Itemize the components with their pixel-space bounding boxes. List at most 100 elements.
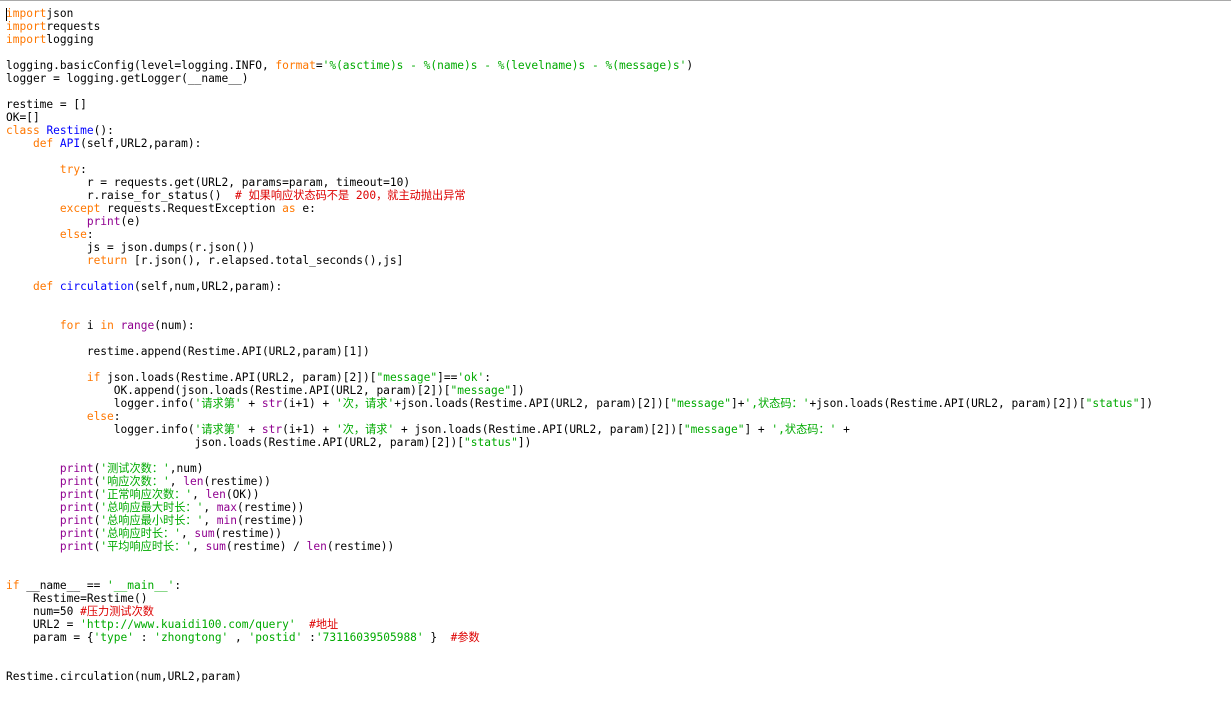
code-line[interactable]: print('总响应时长：', sum(restime)) bbox=[6, 527, 1153, 540]
code-token: js = json.dumps(r.json()) bbox=[6, 241, 256, 254]
code-line[interactable]: def circulation(self,num,URL2,param): bbox=[6, 280, 1153, 293]
code-line[interactable]: OK=[] bbox=[6, 111, 1153, 124]
string-token: ',状态码：' bbox=[771, 423, 837, 436]
code-token: (self,num,URL2,param): bbox=[134, 280, 283, 293]
code-token: : bbox=[113, 410, 121, 423]
code-line[interactable]: print('总响应最小时长：', min(restime)) bbox=[6, 514, 1153, 527]
code-line[interactable] bbox=[6, 566, 1153, 579]
code-line[interactable] bbox=[6, 306, 1153, 319]
code-line[interactable] bbox=[6, 553, 1153, 566]
code-line[interactable]: print('平均响应时长：', sum(restime) / len(rest… bbox=[6, 540, 1153, 553]
code-line[interactable] bbox=[6, 150, 1153, 163]
code-line[interactable]: logger = logging.getLogger(__name__) bbox=[6, 72, 1153, 85]
code-line[interactable]: logging.basicConfig(level=logging.INFO, … bbox=[6, 59, 1153, 72]
code-line[interactable]: def API(self,URL2,param): bbox=[6, 137, 1153, 150]
code-token: requests bbox=[46, 20, 101, 33]
code-token: (self,URL2,param): bbox=[80, 137, 202, 150]
code-line[interactable]: except requests.RequestException as e: bbox=[6, 202, 1153, 215]
code-line[interactable] bbox=[6, 449, 1153, 462]
code-line[interactable] bbox=[6, 644, 1153, 657]
code-editor[interactable]: importjson importrequests importlogging lo… bbox=[0, 0, 1231, 709]
code-line[interactable]: importjson bbox=[6, 7, 1153, 20]
definition-token: Restime bbox=[46, 124, 94, 137]
code-line[interactable]: return [r.json(), r.elapsed.total_second… bbox=[6, 254, 1153, 267]
code-line[interactable]: r.raise_for_status() # 如果响应状态码不是 200，就主动… bbox=[6, 189, 1153, 202]
code-token: json bbox=[46, 7, 74, 20]
string-token: 'ok' bbox=[457, 371, 485, 384]
code-line[interactable]: json.loads(Restime.API(URL2, param)[2])[… bbox=[6, 436, 1153, 449]
code-line[interactable]: restime = [] bbox=[6, 98, 1153, 111]
code-line[interactable]: print(e) bbox=[6, 215, 1153, 228]
code-token: r = requests.get(URL2, params=param, tim… bbox=[6, 176, 411, 189]
code-line[interactable] bbox=[6, 267, 1153, 280]
code-line[interactable]: try: bbox=[6, 163, 1153, 176]
code-line[interactable]: Restime.circulation(num,URL2,param) bbox=[6, 670, 1153, 683]
keyword-token: class bbox=[6, 124, 40, 137]
code-line[interactable]: else: bbox=[6, 410, 1153, 423]
keyword-token: except bbox=[59, 202, 101, 215]
code-token: (restime)) bbox=[214, 527, 282, 540]
keyword-token: as bbox=[282, 202, 296, 215]
keyword-token: in bbox=[100, 319, 114, 332]
code-text-area[interactable]: importjson importrequests importlogging lo… bbox=[6, 7, 1153, 683]
builtin-token: print bbox=[59, 527, 94, 540]
code-token: : bbox=[484, 371, 492, 384]
code-line[interactable]: print('总响应最大时长：', max(restime)) bbox=[6, 501, 1153, 514]
keyword-token: try bbox=[59, 163, 81, 176]
code-line[interactable]: print('正常响应次数：', len(OK)) bbox=[6, 488, 1153, 501]
code-token: logger.info( bbox=[6, 397, 195, 410]
code-token: + json.loads(Restime.API(URL2, param)[2]… bbox=[394, 423, 684, 436]
keyword-token: def bbox=[32, 137, 54, 150]
string-token: 'type' bbox=[93, 631, 134, 644]
code-token: [r.json(), r.elapsed.total_seconds(),js] bbox=[127, 254, 404, 267]
code-token: requests.RequestException bbox=[100, 202, 283, 215]
code-line[interactable] bbox=[6, 332, 1153, 345]
builtin-token: len bbox=[183, 475, 204, 488]
code-token: logger = logging.getLogger(__name__) bbox=[6, 72, 249, 85]
code-line[interactable]: Restime=Restime() bbox=[6, 592, 1153, 605]
code-line[interactable] bbox=[6, 293, 1153, 306]
code-line[interactable]: restime.append(Restime.API(URL2,param)[1… bbox=[6, 345, 1153, 358]
code-line[interactable]: class Restime(): bbox=[6, 124, 1153, 137]
code-line[interactable]: print('响应次数：', len(restime)) bbox=[6, 475, 1153, 488]
code-line[interactable] bbox=[6, 657, 1153, 670]
code-line[interactable] bbox=[6, 85, 1153, 98]
code-line[interactable]: else: bbox=[6, 228, 1153, 241]
code-line[interactable]: logger.info('请求第' + str(i+1) + '次，请求'+js… bbox=[6, 397, 1153, 410]
code-line[interactable]: print('测试次数：',num) bbox=[6, 462, 1153, 475]
code-line[interactable]: param = {'type' : 'zhongtong' , 'postid'… bbox=[6, 631, 1153, 644]
keyword-token: else bbox=[59, 228, 87, 241]
code-line[interactable] bbox=[6, 358, 1153, 371]
code-line[interactable]: URL2 = 'http://www.kuaidi100.com/query' … bbox=[6, 618, 1153, 631]
code-line[interactable]: js = json.dumps(r.json()) bbox=[6, 241, 1153, 254]
string-token: '总响应最小时长：' bbox=[100, 514, 204, 527]
code-line[interactable]: if __name__ == '__main__': bbox=[6, 579, 1153, 592]
keyword-token: if bbox=[86, 371, 101, 384]
code-token: , bbox=[203, 514, 217, 527]
code-line[interactable]: for i in range(num): bbox=[6, 319, 1153, 332]
code-line[interactable]: logger.info('请求第' + str(i+1) + '次，请求' + … bbox=[6, 423, 1153, 436]
code-line[interactable]: if json.loads(Restime.API(URL2, param)[2… bbox=[6, 371, 1153, 384]
code-line[interactable]: OK.append(json.loads(Restime.API(URL2, p… bbox=[6, 384, 1153, 397]
code-line[interactable]: r = requests.get(URL2, params=param, tim… bbox=[6, 176, 1153, 189]
code-line[interactable]: importlogging bbox=[6, 33, 1153, 46]
code-token: URL2 = bbox=[6, 618, 81, 631]
code-line[interactable]: num=50 #压力测试次数 bbox=[6, 605, 1153, 618]
code-line[interactable]: importrequests bbox=[6, 20, 1153, 33]
text-cursor bbox=[6, 8, 7, 21]
keyword-token: import bbox=[6, 20, 47, 33]
code-token: (restime)) bbox=[203, 475, 271, 488]
builtin-token: range bbox=[120, 319, 155, 332]
code-line[interactable] bbox=[6, 46, 1153, 59]
string-token: 'http://www.kuaidi100.com/query' bbox=[80, 618, 296, 631]
